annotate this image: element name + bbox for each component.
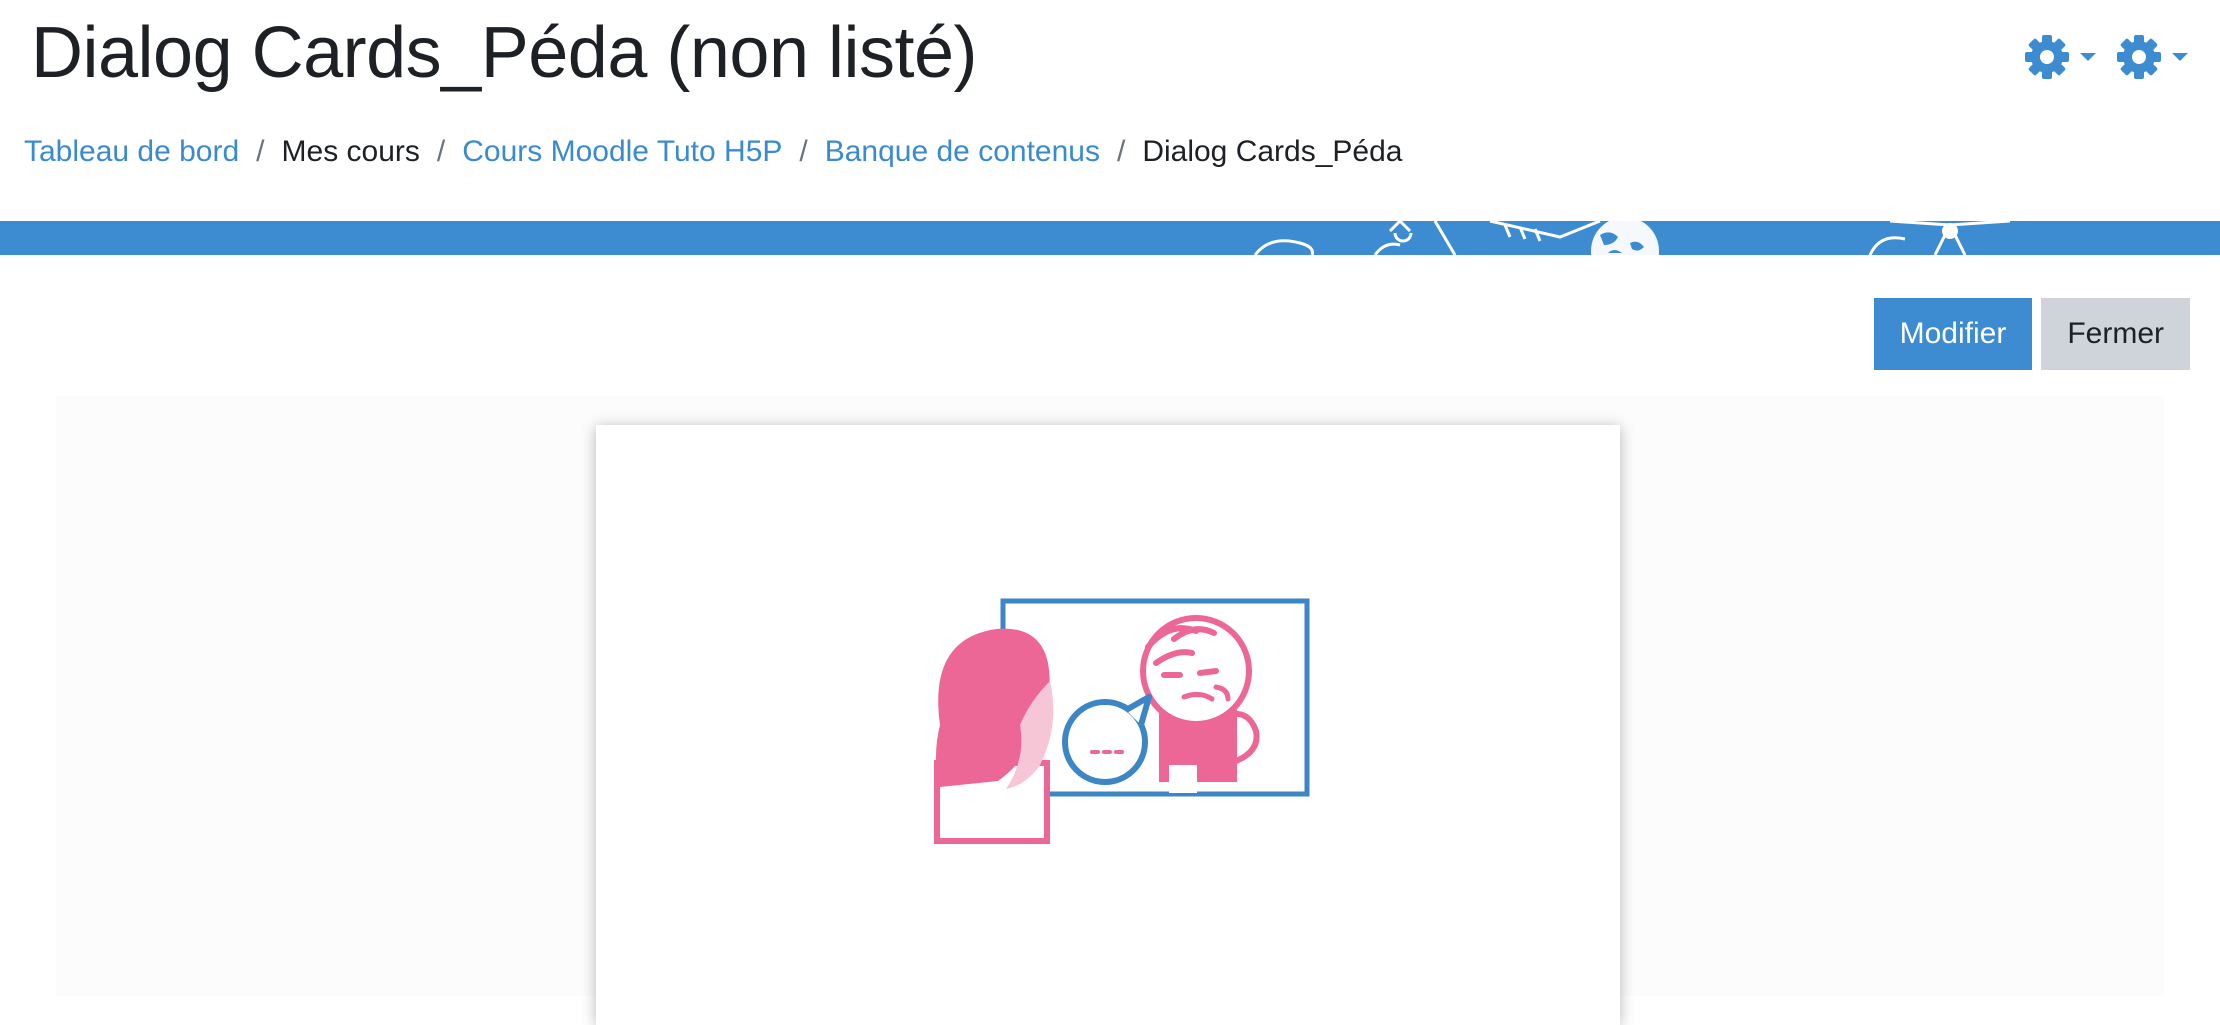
header-banner — [0, 221, 2220, 255]
header-actions — [2024, 34, 2190, 80]
h5p-dialog-cards-preview — [596, 425, 1620, 1025]
girl-figure — [934, 628, 1054, 844]
course-settings-menu[interactable] — [2024, 34, 2098, 80]
breadcrumb-separator: / — [256, 135, 265, 168]
breadcrumb-item-current: Dialog Cards_Péda — [1142, 135, 1403, 168]
boy-figure — [1140, 615, 1260, 793]
edit-button[interactable]: Modifier — [1873, 298, 2033, 370]
banner-decoration — [1253, 221, 2011, 255]
breadcrumb: Tableau de bord / Mes cours / Cours Mood… — [24, 132, 1402, 172]
page-settings-menu[interactable] — [2116, 34, 2190, 80]
breadcrumb-separator: / — [436, 135, 446, 168]
dialog-cards-illustration — [934, 598, 1310, 844]
breadcrumb-item-content-bank[interactable]: Banque de contenus — [825, 132, 1100, 172]
caret-down-icon — [2172, 53, 2188, 61]
breadcrumb-item-my-courses: Mes cours — [281, 135, 420, 168]
gear-icon — [2117, 35, 2161, 79]
speech-bubble — [1062, 694, 1152, 785]
gear-icon — [2025, 35, 2069, 79]
breadcrumb-separator: / — [1116, 135, 1126, 168]
content-actions: Modifier Fermer — [1873, 298, 2190, 370]
caret-down-icon — [2080, 53, 2096, 61]
breadcrumb-item-course[interactable]: Cours Moodle Tuto H5P — [462, 132, 782, 172]
breadcrumb-item-dashboard[interactable]: Tableau de bord — [24, 132, 239, 172]
page-title: Dialog Cards_Péda (non listé) — [31, 13, 978, 93]
close-button[interactable]: Fermer — [2041, 298, 2190, 370]
breadcrumb-separator: / — [799, 135, 808, 168]
